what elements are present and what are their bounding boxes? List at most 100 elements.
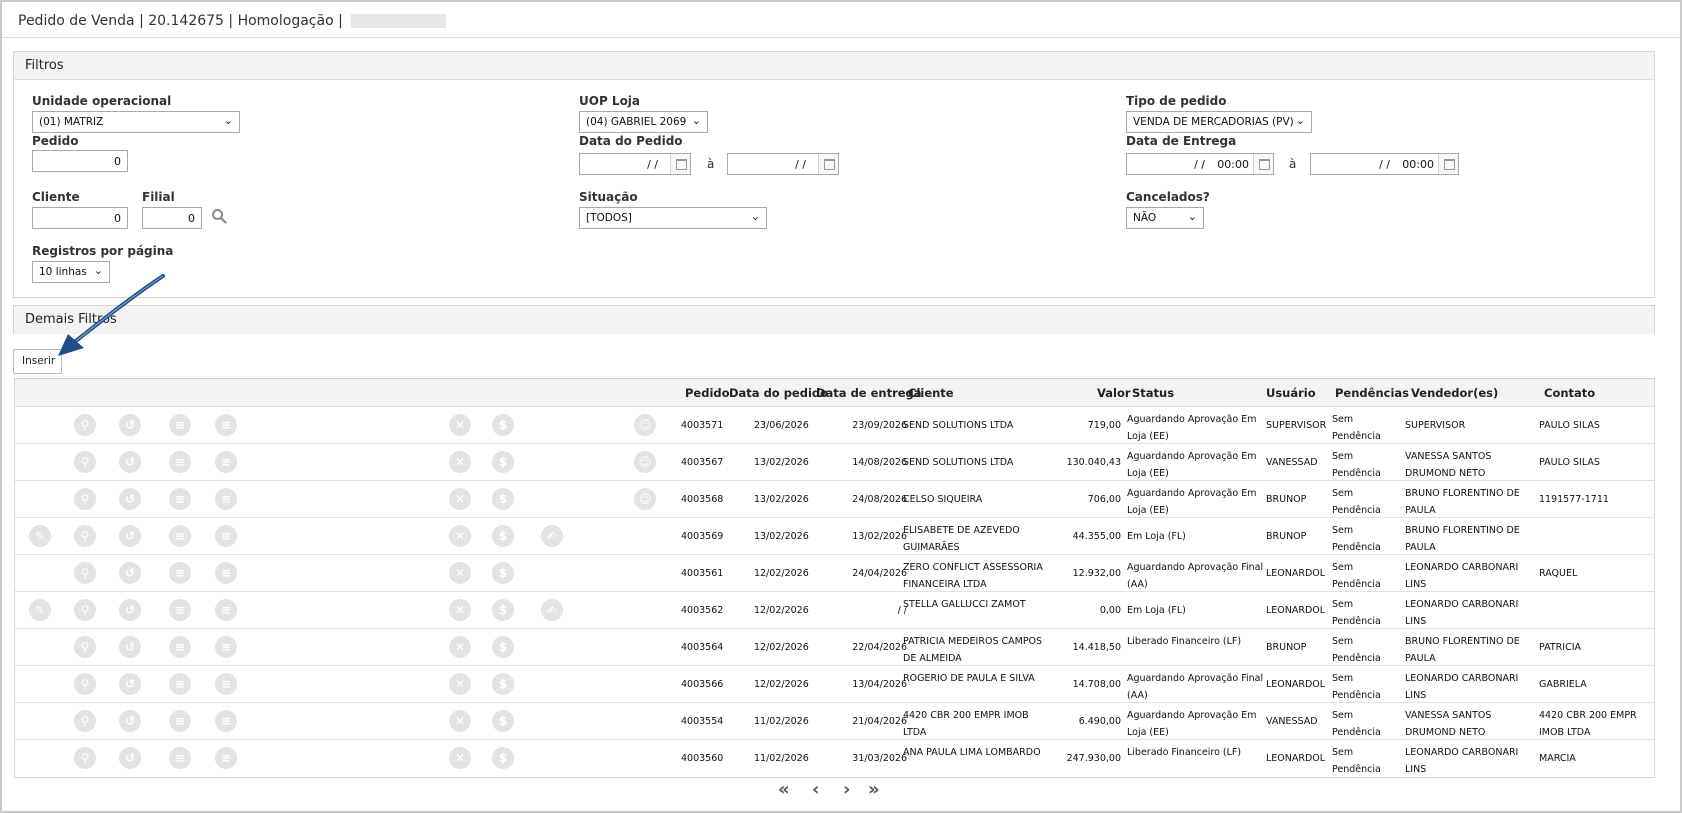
table-row[interactable]: ⚲ ↺ ≡ ≡ ✕ $4003560 11/02/2026 31/03/2026 ANA PAU… bbox=[15, 740, 1654, 777]
history-icon[interactable]: ↺ bbox=[119, 562, 141, 584]
header-pendencias[interactable]: Pendências bbox=[1335, 386, 1409, 400]
list-icon[interactable]: ≡ bbox=[169, 747, 191, 769]
user-icon[interactable]: ☺ bbox=[634, 488, 656, 510]
search-icon[interactable]: ⚲ bbox=[74, 673, 96, 695]
filial-input[interactable]: 0 bbox=[142, 207, 202, 229]
tipo-select[interactable]: VENDA DE MERCADORIAS (PV) ⌄ bbox=[1126, 111, 1312, 133]
cancel-icon[interactable]: ✕ bbox=[449, 673, 471, 695]
list-icon[interactable]: ≡ bbox=[169, 710, 191, 732]
menu-icon[interactable]: ≡ bbox=[215, 488, 237, 510]
header-data-pedido[interactable]: Data do pedido bbox=[729, 386, 828, 400]
table-row[interactable]: ⚲ ↺ ≡ ≡ ✕ $ ☺ 4003567 13/02/2026 14/08/2026 SEND S… bbox=[15, 444, 1654, 481]
cancel-icon[interactable]: ✕ bbox=[449, 636, 471, 658]
pager-last[interactable]: » bbox=[868, 779, 880, 800]
edit-icon[interactable]: ✎ bbox=[29, 525, 51, 547]
history-icon[interactable]: ↺ bbox=[119, 747, 141, 769]
history-icon[interactable]: ↺ bbox=[119, 673, 141, 695]
table-row[interactable]: ⚲ ↺ ≡ ≡ ✕ $ ☺ 4003568 13/02/2026 24/08/2026 CELSO … bbox=[15, 481, 1654, 518]
dollar-icon[interactable]: $ bbox=[492, 599, 514, 621]
dollar-icon[interactable]: $ bbox=[492, 451, 514, 473]
menu-icon[interactable]: ≡ bbox=[215, 673, 237, 695]
header-vendedor[interactable]: Vendedor(es) bbox=[1411, 386, 1498, 400]
calendar-icon[interactable] bbox=[1253, 154, 1273, 174]
uop-select[interactable]: (04) GABRIEL 2069 ⌄ bbox=[579, 111, 708, 133]
header-usuario[interactable]: Usuário bbox=[1266, 386, 1316, 400]
calendar-icon[interactable] bbox=[670, 154, 690, 174]
list-icon[interactable]: ≡ bbox=[169, 451, 191, 473]
list-icon[interactable]: ≡ bbox=[169, 673, 191, 695]
cancel-icon[interactable]: ✕ bbox=[449, 525, 471, 547]
table-row[interactable]: ✎ ⚲ ↺ ≡ ≡ ✕ $ ✍ 4003562 12/02/2026 / / STELLA GALLU… bbox=[15, 592, 1654, 629]
header-cliente[interactable]: Cliente bbox=[908, 386, 954, 400]
list-icon[interactable]: ≡ bbox=[169, 636, 191, 658]
table-row[interactable]: ⚲ ↺ ≡ ≡ ✕ $4003561 12/02/2026 24/04/2026 ZERO CO… bbox=[15, 555, 1654, 592]
search-icon[interactable]: ⚲ bbox=[74, 710, 96, 732]
dollar-icon[interactable]: $ bbox=[492, 710, 514, 732]
cancel-icon[interactable]: ✕ bbox=[449, 488, 471, 510]
history-icon[interactable]: ↺ bbox=[119, 636, 141, 658]
pager-next[interactable]: › bbox=[843, 779, 850, 800]
dollar-icon[interactable]: $ bbox=[492, 562, 514, 584]
search-icon[interactable]: ⚲ bbox=[74, 562, 96, 584]
table-row[interactable]: ⚲ ↺ ≡ ≡ ✕ $ ☺ 4003571 23/06/2026 23/09/2026 SEND S… bbox=[15, 407, 1654, 444]
history-icon[interactable]: ↺ bbox=[119, 710, 141, 732]
menu-icon[interactable]: ≡ bbox=[215, 636, 237, 658]
cliente-input[interactable]: 0 bbox=[32, 207, 128, 229]
filters-panel-header[interactable]: Filtros bbox=[14, 52, 1654, 80]
dollar-icon[interactable]: $ bbox=[492, 747, 514, 769]
dollar-icon[interactable]: $ bbox=[492, 636, 514, 658]
history-icon[interactable]: ↺ bbox=[119, 488, 141, 510]
search-icon[interactable]: ⚲ bbox=[74, 747, 96, 769]
list-icon[interactable]: ≡ bbox=[169, 599, 191, 621]
search-icon[interactable]: ⚲ bbox=[74, 488, 96, 510]
search-icon[interactable]: ⚲ bbox=[74, 599, 96, 621]
edit-icon[interactable]: ✎ bbox=[29, 599, 51, 621]
approve-icon[interactable]: ✍ bbox=[541, 525, 563, 547]
cancel-icon[interactable]: ✕ bbox=[449, 710, 471, 732]
list-icon[interactable]: ≡ bbox=[169, 525, 191, 547]
search-icon[interactable]: ⚲ bbox=[74, 414, 96, 436]
history-icon[interactable]: ↺ bbox=[119, 414, 141, 436]
unidade-select[interactable]: (01) MATRIZ ⌄ bbox=[32, 111, 240, 133]
dollar-icon[interactable]: $ bbox=[492, 673, 514, 695]
cancel-icon[interactable]: ✕ bbox=[449, 562, 471, 584]
more-filters-header[interactable]: Demais Filtros bbox=[14, 306, 1654, 334]
menu-icon[interactable]: ≡ bbox=[215, 451, 237, 473]
dollar-icon[interactable]: $ bbox=[492, 525, 514, 547]
cancelados-select[interactable]: NÃO ⌄ bbox=[1126, 207, 1204, 229]
cancel-icon[interactable]: ✕ bbox=[449, 414, 471, 436]
header-data-entrega[interactable]: Data de entrega bbox=[816, 386, 922, 400]
list-icon[interactable]: ≡ bbox=[169, 562, 191, 584]
header-status[interactable]: Status bbox=[1132, 386, 1174, 400]
pager-first[interactable]: « bbox=[778, 779, 790, 800]
approve-icon[interactable]: ✍ bbox=[541, 599, 563, 621]
header-contato[interactable]: Contato bbox=[1544, 386, 1595, 400]
menu-icon[interactable]: ≡ bbox=[215, 747, 237, 769]
data-pedido-from[interactable]: / / bbox=[579, 153, 691, 175]
table-row[interactable]: ⚲ ↺ ≡ ≡ ✕ $4003566 12/02/2026 13/04/2026 ROGERIO… bbox=[15, 666, 1654, 703]
history-icon[interactable]: ↺ bbox=[119, 599, 141, 621]
data-pedido-to[interactable]: / / bbox=[727, 153, 839, 175]
data-entrega-from[interactable]: / / 00:00 bbox=[1126, 153, 1274, 175]
history-icon[interactable]: ↺ bbox=[119, 451, 141, 473]
menu-icon[interactable]: ≡ bbox=[215, 525, 237, 547]
more-filters-panel[interactable]: Demais Filtros bbox=[13, 305, 1655, 334]
table-row[interactable]: ✎ ⚲ ↺ ≡ ≡ ✕ $ ✍ 4003569 13/02/2026 13/02/2026 ELISA… bbox=[15, 518, 1654, 555]
pedido-input[interactable]: 0 bbox=[32, 150, 128, 172]
data-entrega-to[interactable]: / / 00:00 bbox=[1310, 153, 1459, 175]
list-icon[interactable]: ≡ bbox=[169, 414, 191, 436]
calendar-icon[interactable] bbox=[1438, 154, 1458, 174]
menu-icon[interactable]: ≡ bbox=[215, 599, 237, 621]
search-icon[interactable] bbox=[211, 208, 227, 224]
calendar-icon[interactable] bbox=[818, 154, 838, 174]
search-icon[interactable]: ⚲ bbox=[74, 636, 96, 658]
header-valor[interactable]: Valor bbox=[1097, 386, 1131, 400]
situacao-select[interactable]: [TODOS] ⌄ bbox=[579, 207, 767, 229]
dollar-icon[interactable]: $ bbox=[492, 488, 514, 510]
list-icon[interactable]: ≡ bbox=[169, 488, 191, 510]
search-icon[interactable]: ⚲ bbox=[74, 525, 96, 547]
user-icon[interactable]: ☺ bbox=[634, 451, 656, 473]
pager-prev[interactable]: ‹ bbox=[812, 779, 819, 800]
menu-icon[interactable]: ≡ bbox=[215, 710, 237, 732]
dollar-icon[interactable]: $ bbox=[492, 414, 514, 436]
